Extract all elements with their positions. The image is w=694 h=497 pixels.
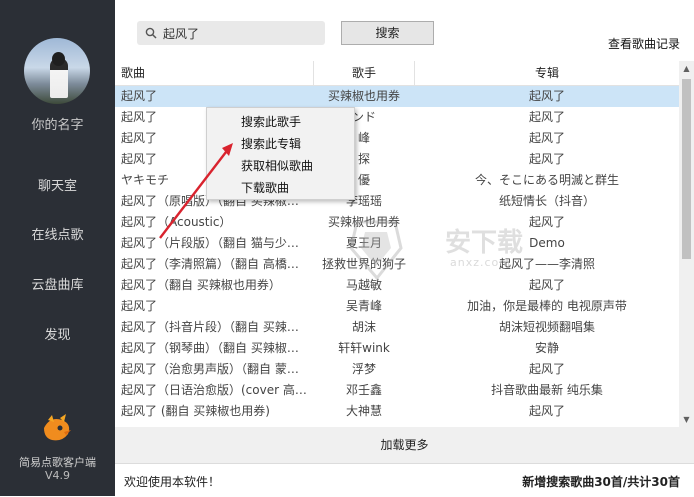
cell-song: 起风了（治愈男声版）（翻自 蒙…	[121, 362, 299, 376]
cell-album: 起风了	[528, 404, 565, 418]
scroll-thumb[interactable]	[682, 79, 691, 259]
app-logo-icon	[44, 414, 71, 441]
table-row[interactable]: 起风了 ンド 起风了	[115, 107, 679, 128]
nav-discover[interactable]: 发现	[0, 324, 115, 343]
cell-album: 起风了	[528, 278, 565, 292]
cell-song: 起风了（片段版）（翻自 猫与少…	[121, 236, 299, 250]
search-icon	[145, 27, 157, 39]
table-row[interactable]: ヤキモチ優今、そこにある明滅と群生	[115, 170, 679, 191]
avatar-head	[52, 52, 65, 66]
app-version: V4.9	[44, 469, 71, 482]
watermark-text: 安下载	[445, 228, 524, 258]
table-row[interactable]: 起风了（治愈男声版）（翻自 蒙… 浮梦 起风了	[115, 359, 679, 380]
watermark-shield-icon	[349, 220, 403, 281]
header-song[interactable]: 歌曲	[115, 61, 314, 85]
cell-song: 起风了	[121, 89, 158, 103]
table-header: 歌曲 歌手 专辑	[115, 61, 679, 86]
user-name[interactable]: 你的名字	[0, 114, 115, 133]
cell-song: 起风了（抖音片段）（翻自 买辣…	[121, 320, 299, 334]
sidebar: 你的名字 聊天室 在线点歌 云盘曲库 发现 简易点歌客户端 V4.9	[0, 0, 115, 496]
cell-song: 起风了 (翻自 买辣椒也用券)	[121, 404, 270, 418]
cell-album: 安静	[534, 341, 559, 355]
load-more-button[interactable]: 加载更多	[115, 427, 694, 463]
cell-song: 起风了（钢琴曲）（翻自 买辣椒…	[121, 341, 299, 355]
header-album[interactable]: 专辑	[415, 61, 679, 85]
cell-song: 起风了（日语治愈版）(cover 高…	[121, 383, 307, 397]
song-history-link[interactable]: 查看歌曲记录	[608, 35, 680, 52]
table-row[interactable]: 起风了（钢琴曲）（翻自 买辣椒… 轩轩wink 安静	[115, 338, 679, 359]
cell-album: 纸短情长（抖音）	[498, 194, 595, 208]
cell-album: 起风了	[528, 110, 565, 124]
cell-artist: 胡沫	[351, 320, 376, 334]
table-row[interactable]: 起风了（原唱版）（翻自 买辣椒… 李瑶瑶 纸短情长（抖音）	[115, 191, 679, 212]
cell-song: 起风了（李清照篇）（翻自 高橋…	[121, 257, 299, 271]
search-button[interactable]: 搜索	[341, 21, 434, 45]
cell-artist: 邓壬鑫	[345, 383, 382, 397]
cell-song: 起风了（翻自 买辣椒也用券）	[121, 278, 281, 292]
ctx-download-song[interactable]: 下载歌曲	[241, 179, 289, 196]
table-row[interactable]: 起风了 (翻自 买辣椒也用券) 大神慧 起风了	[115, 401, 679, 422]
search-input[interactable]	[163, 23, 313, 43]
cell-artist: 买辣椒也用券	[327, 89, 400, 103]
avatar[interactable]	[24, 38, 90, 104]
cell-album: 起风了	[528, 89, 565, 103]
table-row[interactable]: 起风了探起风了	[115, 149, 679, 170]
table-row[interactable]: 起风了（日语治愈版）(cover 高… 邓壬鑫 抖音歌曲最新 纯乐集	[115, 380, 679, 401]
status-welcome: 欢迎使用本软件！	[124, 475, 221, 489]
cell-song: 起风了	[121, 299, 158, 313]
table-row[interactable]: 起风了（抖音片段）（翻自 买辣… 胡沫 胡沫短视频翻唱集	[115, 317, 679, 338]
table-row[interactable]: 起风了 买辣椒也用券 起风了	[115, 86, 679, 107]
table-row[interactable]: 起风了 吴青峰 加油，你是最棒的 电视原声带	[115, 296, 679, 317]
app-name: 简易点歌客户端	[19, 456, 96, 469]
ctx-search-artist[interactable]: 搜索此歌手	[241, 113, 301, 130]
status-count: 新增搜索歌曲30首/共计30首	[522, 475, 680, 489]
nav-online-songs[interactable]: 在线点歌	[0, 224, 115, 243]
cell-album: 起风了	[528, 152, 565, 166]
cell-song: 起风了（Acoustic）	[121, 215, 232, 229]
cell-artist: 大神慧	[345, 404, 382, 418]
cell-artist: 浮梦	[351, 362, 376, 376]
header-artist[interactable]: 歌手	[314, 61, 415, 85]
scroll-up-icon[interactable]: ▲	[679, 61, 694, 76]
watermark-subtext: anxz.com	[450, 256, 511, 269]
cell-album: 今、そこにある明滅と群生	[474, 173, 619, 187]
table-row[interactable]: 起风了峰起风了	[115, 128, 679, 149]
ctx-search-album[interactable]: 搜索此专辑	[241, 135, 301, 152]
nav-chatroom[interactable]: 聊天室	[0, 175, 115, 194]
cell-album: 起风了	[528, 362, 565, 376]
nav-cloud-library[interactable]: 云盘曲库	[0, 274, 115, 293]
cell-album: 抖音歌曲最新 纯乐集	[491, 383, 603, 397]
cell-artist: 轩轩wink	[338, 341, 390, 355]
status-bar: 欢迎使用本软件！ 新增搜索歌曲30首/共计30首	[115, 463, 694, 497]
cell-artist: 吴青峰	[345, 299, 382, 313]
cell-album: 起风了	[528, 131, 565, 145]
scroll-down-icon[interactable]: ▼	[679, 412, 694, 427]
ctx-similar-songs[interactable]: 获取相似歌曲	[241, 157, 313, 174]
context-menu: 搜索此歌手 搜索此专辑 获取相似歌曲 下载歌曲	[206, 107, 355, 200]
cell-album: 胡沫短视频翻唱集	[498, 320, 595, 334]
search-box[interactable]	[137, 21, 325, 45]
cell-album: 加油，你是最棒的 电视原声带	[467, 299, 627, 313]
scrollbar[interactable]: ▲ ▼	[679, 61, 694, 427]
